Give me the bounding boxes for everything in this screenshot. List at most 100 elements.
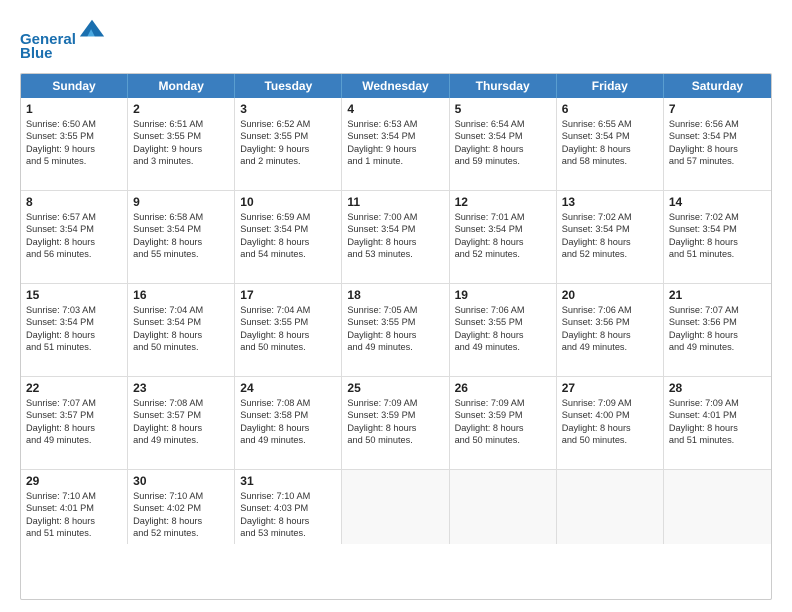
cell-line: Daylight: 8 hours <box>133 515 229 527</box>
cell-line: Sunset: 3:55 PM <box>133 130 229 142</box>
cell-line: Sunrise: 7:09 AM <box>669 397 766 409</box>
cell-line: and 55 minutes. <box>133 248 229 260</box>
empty-cell <box>664 470 771 544</box>
cell-line: Daylight: 8 hours <box>669 236 766 248</box>
cell-line: Sunrise: 7:09 AM <box>562 397 658 409</box>
weekday-header-wednesday: Wednesday <box>342 74 449 98</box>
cell-line: Daylight: 8 hours <box>26 422 122 434</box>
cell-line: Sunset: 4:01 PM <box>669 409 766 421</box>
day-number: 6 <box>562 102 658 116</box>
cell-line: Sunset: 3:56 PM <box>562 316 658 328</box>
cell-line: Daylight: 8 hours <box>347 422 443 434</box>
cell-line: Sunrise: 7:02 AM <box>669 211 766 223</box>
cell-line: and 51 minutes. <box>669 248 766 260</box>
weekday-header-monday: Monday <box>128 74 235 98</box>
cell-line: Daylight: 8 hours <box>669 143 766 155</box>
cell-line: Sunset: 3:59 PM <box>455 409 551 421</box>
cell-line: and 50 minutes. <box>240 341 336 353</box>
cell-line: Daylight: 9 hours <box>347 143 443 155</box>
logo: General Blue <box>20 16 106 63</box>
cell-line: and 49 minutes. <box>455 341 551 353</box>
cell-line: Sunrise: 6:59 AM <box>240 211 336 223</box>
cell-line: Daylight: 8 hours <box>562 236 658 248</box>
cell-line: and 51 minutes. <box>26 341 122 353</box>
cell-line: and 51 minutes. <box>669 434 766 446</box>
calendar-row-1: 1Sunrise: 6:50 AMSunset: 3:55 PMDaylight… <box>21 98 771 190</box>
cell-line: and 56 minutes. <box>26 248 122 260</box>
cell-line: Sunrise: 7:00 AM <box>347 211 443 223</box>
cell-line: Sunrise: 7:09 AM <box>455 397 551 409</box>
day-cell-24: 24Sunrise: 7:08 AMSunset: 3:58 PMDayligh… <box>235 377 342 469</box>
cell-line: Daylight: 8 hours <box>26 515 122 527</box>
cell-line: and 51 minutes. <box>26 527 122 539</box>
cell-line: Sunrise: 7:10 AM <box>26 490 122 502</box>
cell-line: Sunrise: 7:08 AM <box>133 397 229 409</box>
day-number: 20 <box>562 288 658 302</box>
cell-line: Sunrise: 7:02 AM <box>562 211 658 223</box>
cell-line: and 49 minutes. <box>562 341 658 353</box>
day-cell-13: 13Sunrise: 7:02 AMSunset: 3:54 PMDayligh… <box>557 191 664 283</box>
cell-line: Daylight: 8 hours <box>455 422 551 434</box>
cell-line: Sunrise: 7:03 AM <box>26 304 122 316</box>
cell-line: Sunset: 3:54 PM <box>562 223 658 235</box>
day-cell-28: 28Sunrise: 7:09 AMSunset: 4:01 PMDayligh… <box>664 377 771 469</box>
cell-line: Daylight: 9 hours <box>240 143 336 155</box>
cell-line: Sunrise: 7:08 AM <box>240 397 336 409</box>
day-cell-15: 15Sunrise: 7:03 AMSunset: 3:54 PMDayligh… <box>21 284 128 376</box>
day-number: 14 <box>669 195 766 209</box>
cell-line: and 1 minute. <box>347 155 443 167</box>
cell-line: Sunrise: 7:07 AM <box>669 304 766 316</box>
empty-cell <box>557 470 664 544</box>
day-number: 3 <box>240 102 336 116</box>
cell-line: Sunrise: 7:04 AM <box>240 304 336 316</box>
cell-line: Sunset: 3:55 PM <box>26 130 122 142</box>
calendar-row-3: 15Sunrise: 7:03 AMSunset: 3:54 PMDayligh… <box>21 283 771 376</box>
cell-line: Sunset: 3:54 PM <box>455 223 551 235</box>
header: General Blue <box>20 16 772 63</box>
cell-line: Sunrise: 7:06 AM <box>562 304 658 316</box>
cell-line: Sunset: 3:54 PM <box>133 223 229 235</box>
day-number: 19 <box>455 288 551 302</box>
cell-line: Sunset: 3:54 PM <box>347 130 443 142</box>
cell-line: Sunset: 3:54 PM <box>26 316 122 328</box>
cell-line: Daylight: 8 hours <box>240 515 336 527</box>
cell-line: Sunset: 3:57 PM <box>133 409 229 421</box>
day-cell-20: 20Sunrise: 7:06 AMSunset: 3:56 PMDayligh… <box>557 284 664 376</box>
cell-line: Sunset: 3:54 PM <box>240 223 336 235</box>
cell-line: and 50 minutes. <box>562 434 658 446</box>
cell-line: Sunrise: 6:54 AM <box>455 118 551 130</box>
cell-line: Sunrise: 7:05 AM <box>347 304 443 316</box>
weekday-header-saturday: Saturday <box>664 74 771 98</box>
cell-line: Sunrise: 6:58 AM <box>133 211 229 223</box>
day-cell-9: 9Sunrise: 6:58 AMSunset: 3:54 PMDaylight… <box>128 191 235 283</box>
cell-line: Daylight: 8 hours <box>240 236 336 248</box>
page: General Blue SundayMondayTuesdayWednesda… <box>0 0 792 612</box>
day-cell-30: 30Sunrise: 7:10 AMSunset: 4:02 PMDayligh… <box>128 470 235 544</box>
day-cell-4: 4Sunrise: 6:53 AMSunset: 3:54 PMDaylight… <box>342 98 449 190</box>
day-cell-10: 10Sunrise: 6:59 AMSunset: 3:54 PMDayligh… <box>235 191 342 283</box>
cell-line: Sunset: 3:55 PM <box>240 316 336 328</box>
cell-line: Sunset: 3:56 PM <box>669 316 766 328</box>
cell-line: Daylight: 8 hours <box>240 422 336 434</box>
calendar: SundayMondayTuesdayWednesdayThursdayFrid… <box>20 73 772 600</box>
cell-line: Daylight: 8 hours <box>240 329 336 341</box>
calendar-row-5: 29Sunrise: 7:10 AMSunset: 4:01 PMDayligh… <box>21 469 771 544</box>
cell-line: and 52 minutes. <box>133 527 229 539</box>
cell-line: and 50 minutes. <box>347 434 443 446</box>
cell-line: Daylight: 8 hours <box>26 236 122 248</box>
weekday-header-tuesday: Tuesday <box>235 74 342 98</box>
cell-line: Sunrise: 6:52 AM <box>240 118 336 130</box>
cell-line: Sunrise: 6:53 AM <box>347 118 443 130</box>
day-cell-21: 21Sunrise: 7:07 AMSunset: 3:56 PMDayligh… <box>664 284 771 376</box>
cell-line: Daylight: 8 hours <box>562 422 658 434</box>
day-cell-23: 23Sunrise: 7:08 AMSunset: 3:57 PMDayligh… <box>128 377 235 469</box>
day-cell-5: 5Sunrise: 6:54 AMSunset: 3:54 PMDaylight… <box>450 98 557 190</box>
cell-line: and 52 minutes. <box>562 248 658 260</box>
cell-line: and 59 minutes. <box>455 155 551 167</box>
cell-line: and 2 minutes. <box>240 155 336 167</box>
cell-line: and 53 minutes. <box>240 527 336 539</box>
cell-line: Sunrise: 7:04 AM <box>133 304 229 316</box>
cell-line: Sunrise: 6:50 AM <box>26 118 122 130</box>
cell-line: Daylight: 8 hours <box>347 236 443 248</box>
cell-line: and 49 minutes. <box>669 341 766 353</box>
